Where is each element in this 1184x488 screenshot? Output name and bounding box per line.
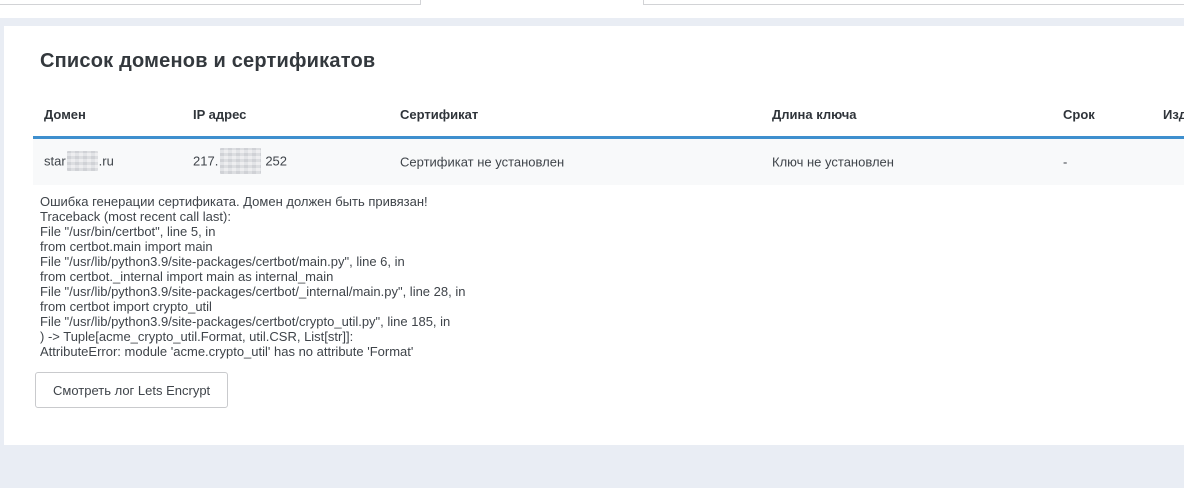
cell-ip-address: 217. 252 [193, 148, 287, 176]
error-log-line: File "/usr/lib/python3.9/site-packages/c… [40, 254, 1174, 269]
error-log-line: from certbot import crypto_util [40, 299, 1174, 314]
cell-term: - [1063, 155, 1067, 170]
top-tab-bar [0, 0, 1184, 18]
tab-right-partial[interactable] [643, 0, 1184, 5]
column-header-domain[interactable]: Домен [44, 107, 86, 122]
column-header-key-length[interactable]: Длина ключа [772, 107, 857, 122]
error-log-line: File "/usr/lib/python3.9/site-packages/c… [40, 314, 1174, 329]
page-title: Список доменов и сертификатов [40, 50, 375, 73]
table-row[interactable]: star .ru 217. 252 Сертификат не установлен… [33, 139, 1184, 185]
error-log-line: ) -> Tuple[acme_crypto_util.Format, util… [40, 329, 1174, 344]
tab-left-partial[interactable] [0, 0, 421, 5]
redacted-ip-blur [220, 148, 261, 174]
error-log-line: Traceback (most recent call last): [40, 209, 1174, 224]
domain-prefix: star [44, 153, 66, 168]
error-log-line: from certbot.main import main [40, 239, 1174, 254]
ip-prefix: 217. [193, 153, 218, 168]
error-log-line: Ошибка генерации сертификата. Домен долж… [40, 194, 1174, 209]
column-header-term[interactable]: Срок [1063, 107, 1095, 122]
cell-domain: star .ru [44, 151, 114, 173]
column-header-issuer[interactable]: Издатель [1163, 107, 1184, 122]
error-log-line: AttributeError: module 'acme.crypto_util… [40, 344, 1174, 359]
error-log: Ошибка генерации сертификата. Домен долж… [40, 194, 1174, 359]
content-panel: Список доменов и сертификатов Домен IP а… [4, 26, 1184, 445]
table-header: Домен IP адрес Сертификат Длина ключа Ср… [4, 107, 1184, 125]
cell-key-length: Ключ не установлен [772, 155, 894, 170]
error-log-line: File "/usr/lib/python3.9/site-packages/c… [40, 284, 1174, 299]
domain-suffix: .ru [99, 153, 114, 168]
column-header-ip[interactable]: IP адрес [193, 107, 246, 122]
redacted-domain-blur [67, 151, 98, 171]
cell-certificate: Сертификат не установлен [400, 155, 564, 170]
error-log-line: from certbot._internal import main as in… [40, 269, 1174, 284]
column-header-certificate[interactable]: Сертификат [400, 107, 478, 122]
error-log-line: File "/usr/bin/certbot", line 5, in [40, 224, 1174, 239]
ip-suffix: 252 [265, 153, 287, 168]
view-letsencrypt-log-button[interactable]: Смотреть лог Lets Encrypt [35, 372, 228, 408]
